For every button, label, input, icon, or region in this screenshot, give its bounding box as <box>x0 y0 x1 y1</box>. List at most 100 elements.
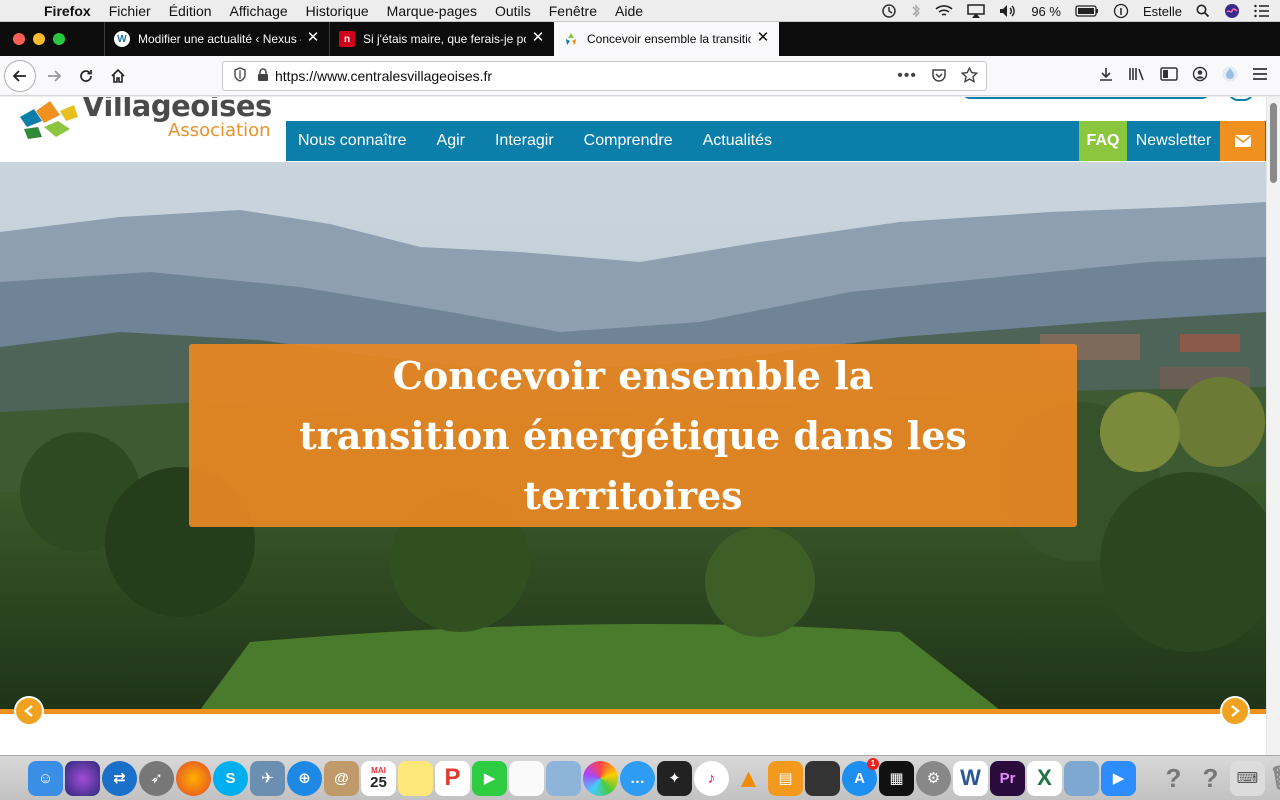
preview-icon[interactable]: ✈ <box>250 760 285 796</box>
skype-icon[interactable]: S <box>213 760 248 796</box>
main-navigation: Nous connaître Agir Interagir Comprendre… <box>286 121 1266 161</box>
hero-slider: Concevoir ensemble la transition énergét… <box>0 162 1266 710</box>
slider-next-button[interactable] <box>1220 696 1250 726</box>
menu-fichier[interactable]: Fichier <box>109 3 151 19</box>
question-icon[interactable]: ? <box>1193 761 1228 796</box>
url-text[interactable]: https://www.centralesvillageoises.fr <box>275 68 492 84</box>
reload-button[interactable] <box>70 60 102 92</box>
pdfpen-icon[interactable]: P <box>435 760 470 796</box>
lock-icon[interactable] <box>257 67 269 85</box>
bookmark-star-icon[interactable] <box>960 65 979 86</box>
search-button[interactable] <box>1228 97 1254 101</box>
contacts-icon[interactable]: @ <box>324 760 359 796</box>
forward-button[interactable] <box>38 60 70 92</box>
safari-icon[interactable]: ⊕ <box>287 760 322 796</box>
wifi-icon[interactable] <box>935 4 953 18</box>
app-store-icon[interactable]: A1 <box>842 757 879 796</box>
question-icon[interactable]: ? <box>1156 761 1191 796</box>
messages-icon[interactable]: … <box>620 760 655 796</box>
nav-actualites[interactable]: Actualités <box>691 121 784 161</box>
close-window-button[interactable] <box>13 33 25 45</box>
volume-icon[interactable] <box>999 4 1017 18</box>
url-bar[interactable]: https://www.centralesvillageoises.fr ••• <box>222 61 987 91</box>
menu-outils[interactable]: Outils <box>495 3 531 19</box>
tab-concevoir-ensemble[interactable]: Concevoir ensemble la transitio ✕ <box>554 22 779 56</box>
extension-drop-icon[interactable] <box>1222 65 1238 88</box>
itunes-icon[interactable]: ♪ <box>694 760 729 796</box>
menu-historique[interactable]: Historique <box>306 3 369 19</box>
close-tab-icon[interactable]: ✕ <box>306 30 320 45</box>
siri-info-icon[interactable] <box>1113 3 1129 19</box>
logo-mark <box>20 101 78 139</box>
zoom-window-button[interactable] <box>53 33 65 45</box>
clapper-icon[interactable]: ▦ <box>879 760 914 796</box>
user-name[interactable]: Estelle <box>1143 4 1182 19</box>
site-icon <box>563 31 579 47</box>
airplay-icon[interactable] <box>967 4 986 18</box>
final-cut-icon[interactable]: ✦ <box>657 760 692 796</box>
premiere-icon[interactable]: Pr <box>990 760 1025 796</box>
bluetooth-icon[interactable] <box>911 3 921 19</box>
slider-prev-button[interactable] <box>14 696 44 726</box>
home-button[interactable] <box>102 60 134 92</box>
battery-icon[interactable] <box>1075 5 1099 17</box>
word-icon[interactable]: W <box>953 760 988 796</box>
photo-editor-icon[interactable] <box>805 760 840 796</box>
nav-interagir[interactable]: Interagir <box>483 121 566 161</box>
menu-marque-pages[interactable]: Marque-pages <box>387 3 477 19</box>
nav-nous-connaitre[interactable]: Nous connaître <box>286 121 419 161</box>
close-tab-icon[interactable]: ✕ <box>531 30 545 45</box>
notes-icon[interactable] <box>398 760 433 796</box>
launchpad-icon[interactable]: ➶ <box>139 760 174 796</box>
site-logo[interactable]: Villageoises Association <box>16 97 276 155</box>
mail-button[interactable] <box>1220 121 1265 161</box>
library-icon[interactable] <box>1128 66 1146 87</box>
firefox-icon[interactable] <box>176 760 211 796</box>
menu-edition[interactable]: Édition <box>169 3 212 19</box>
page-scrollbar[interactable] <box>1266 97 1280 755</box>
app-menu[interactable]: Firefox <box>44 3 91 19</box>
facetime-icon[interactable]: ▶ <box>472 760 507 796</box>
photo-browser-icon[interactable] <box>546 760 581 796</box>
notification-center-icon[interactable] <box>1254 4 1270 18</box>
shield-icon[interactable] <box>233 67 247 85</box>
excel-icon[interactable]: X <box>1027 760 1062 796</box>
nav-agir[interactable]: Agir <box>425 121 477 161</box>
zoom-icon[interactable]: ▶ <box>1101 760 1136 796</box>
search-box[interactable] <box>962 97 1210 99</box>
screenshot-icon[interactable] <box>1064 760 1099 796</box>
vlc-icon[interactable]: ▲ <box>731 761 766 796</box>
sidebar-icon[interactable] <box>1160 66 1178 87</box>
nav-comprendre[interactable]: Comprendre <box>572 121 685 161</box>
back-button[interactable] <box>4 59 36 92</box>
finder-icon[interactable]: ☺ <box>28 760 63 796</box>
page-actions-icon[interactable]: ••• <box>897 67 917 85</box>
time-machine-icon[interactable] <box>881 3 897 19</box>
menu-hamburger-icon[interactable] <box>1252 67 1268 86</box>
trash-icon[interactable]: 🗑 <box>1267 761 1280 796</box>
menu-fenetre[interactable]: Fenêtre <box>549 3 597 19</box>
reload-icon <box>80 69 92 82</box>
siri-icon[interactable] <box>65 760 100 796</box>
minimize-window-button[interactable] <box>33 33 45 45</box>
close-tab-icon[interactable]: ✕ <box>756 30 770 45</box>
newsletter-button[interactable]: Newsletter <box>1127 121 1220 161</box>
faq-button[interactable]: FAQ <box>1079 121 1127 161</box>
tab-modifier-actualite[interactable]: W Modifier une actualité ‹ Nexus – ✕ <box>104 22 329 56</box>
siri-icon[interactable] <box>1224 3 1240 19</box>
photos-icon[interactable] <box>583 760 618 796</box>
system-preferences-icon[interactable]: ⚙ <box>916 760 951 796</box>
scrollbar-thumb[interactable] <box>1270 103 1277 183</box>
spotlight-icon[interactable] <box>1196 4 1210 18</box>
menu-aide[interactable]: Aide <box>615 3 643 19</box>
teamviewer-icon[interactable]: ⇄ <box>102 760 137 796</box>
pocket-icon[interactable] <box>931 67 947 86</box>
reminders-icon[interactable] <box>509 760 544 796</box>
ibooks-icon[interactable]: ▤ <box>768 760 803 796</box>
download-icon[interactable] <box>1098 66 1114 87</box>
calendar-icon[interactable]: MAI 25 <box>361 760 396 796</box>
menu-affichage[interactable]: Affichage <box>230 3 288 19</box>
tab-si-j-etais-maire[interactable]: n Si j'étais maire, que ferais-je po ✕ <box>329 22 554 56</box>
keyboard-icon[interactable]: ⌨ <box>1230 760 1265 796</box>
account-icon[interactable] <box>1192 66 1208 87</box>
